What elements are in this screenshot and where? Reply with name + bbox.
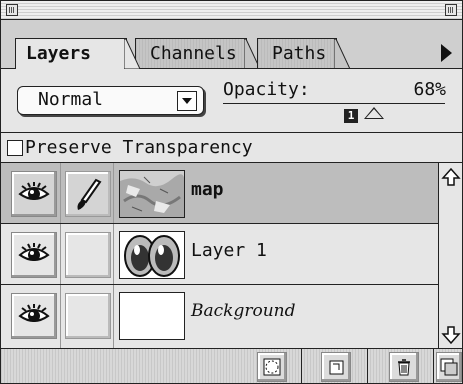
scroll-down-arrow-icon[interactable] <box>441 325 461 345</box>
tab-layers[interactable]: Layers <box>15 38 140 69</box>
layer-row-layer-1[interactable]: Layer 1 <box>1 224 438 285</box>
opacity-shortcut-badge: 1 <box>344 109 358 123</box>
trash-icon <box>398 359 410 376</box>
layer-thumbnail-map <box>119 170 185 218</box>
new-layer-icon <box>329 360 344 375</box>
dropdown-arrow-icon[interactable] <box>177 91 197 111</box>
layer-row-background[interactable]: Background <box>1 285 438 348</box>
bottom-bar-separator <box>433 349 434 383</box>
paintbrush-icon <box>77 178 102 210</box>
preserve-transparency-checkbox[interactable] <box>7 140 23 156</box>
blend-mode-select[interactable]: Normal <box>17 86 204 115</box>
tab-channels[interactable]: Channels <box>135 38 260 69</box>
column-divider <box>113 285 114 348</box>
visibility-toggle[interactable] <box>11 232 57 278</box>
delete-layer-button[interactable] <box>389 352 419 382</box>
palette-title-bar[interactable] <box>1 1 462 20</box>
layer-name[interactable]: Layer 1 <box>191 240 267 261</box>
opacity-slider-track[interactable] <box>223 103 445 104</box>
link-toggle[interactable] <box>65 171 111 217</box>
eye-icon <box>18 182 50 200</box>
preserve-transparency-row: Preserve Transparency <box>1 132 462 163</box>
layers-palette: Layers Channels Paths Normal Opacity: 68… <box>0 0 463 384</box>
bottom-bar-separator <box>301 349 302 383</box>
tab-row: Layers Channels Paths <box>1 20 462 69</box>
egg-shapes-thumbnail-image <box>120 232 184 278</box>
column-divider <box>60 224 61 284</box>
opacity-value[interactable]: 68% <box>386 79 446 100</box>
scroll-up-arrow-icon[interactable] <box>441 167 461 187</box>
layer-name[interactable]: Background <box>191 301 295 321</box>
layer-name[interactable]: map <box>191 179 224 200</box>
tab-channels-label: Channels <box>150 43 237 64</box>
layer-row-map[interactable]: map <box>1 163 438 224</box>
link-toggle[interactable] <box>65 232 111 278</box>
visibility-toggle[interactable] <box>11 171 57 217</box>
column-divider <box>113 163 114 223</box>
bottom-bar-separator <box>367 349 368 383</box>
tab-layers-label: Layers <box>26 43 92 64</box>
column-divider <box>113 224 114 284</box>
layer-mask-icon <box>263 358 281 376</box>
layer-list-scrollbar[interactable] <box>438 163 462 348</box>
panel-menu-triangle-icon[interactable] <box>441 44 452 62</box>
resize-grip[interactable] <box>436 352 462 382</box>
tab-paths-label: Paths <box>272 43 327 64</box>
eye-icon <box>18 243 50 261</box>
add-layer-mask-button[interactable] <box>257 352 287 382</box>
layer-controls: Normal Opacity: 68% 1 Preserve Transpare… <box>1 69 462 163</box>
tab-edge <box>124 39 140 69</box>
preserve-transparency-label[interactable]: Preserve Transparency <box>25 137 253 158</box>
new-layer-button[interactable] <box>321 352 351 382</box>
layer-thumbnail-layer-1 <box>119 231 185 279</box>
close-box-icon[interactable] <box>6 4 18 16</box>
collapse-box-icon[interactable] <box>445 4 457 16</box>
opacity-slider-thumb[interactable] <box>363 107 384 119</box>
tab-edge <box>334 39 350 69</box>
resize-grip-icon <box>440 358 458 376</box>
column-divider <box>60 285 61 348</box>
link-toggle[interactable] <box>65 293 111 339</box>
eye-icon <box>18 304 50 322</box>
map-thumbnail-image <box>120 171 184 217</box>
tab-paths[interactable]: Paths <box>257 38 350 69</box>
opacity-label: Opacity: <box>223 79 310 100</box>
layer-list: map Layer 1 Background <box>1 163 438 348</box>
visibility-toggle[interactable] <box>11 293 57 339</box>
blend-mode-value: Normal <box>38 89 104 110</box>
palette-bottom-bar <box>1 348 462 383</box>
layer-thumbnail-background <box>119 292 185 340</box>
column-divider <box>60 163 61 223</box>
